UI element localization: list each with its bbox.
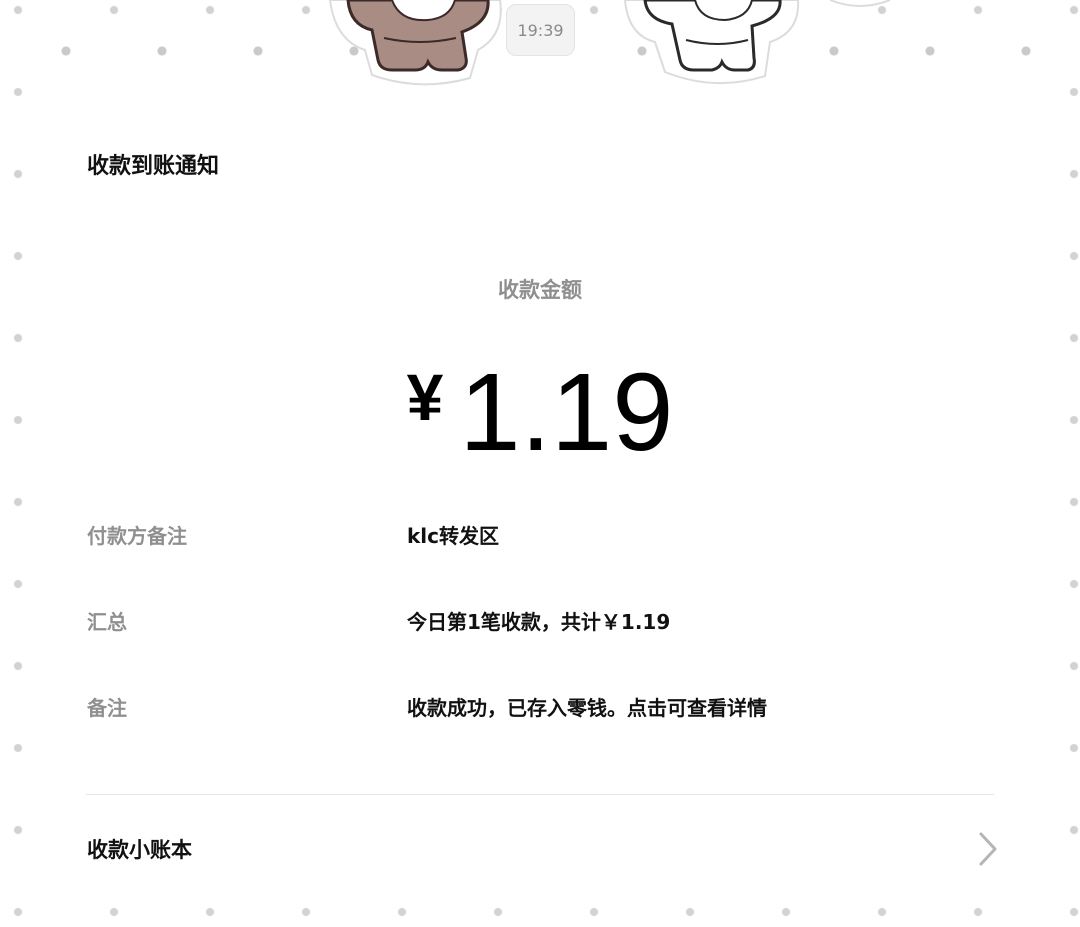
card-title: 收款到账通知 [87,154,220,179]
detail-key: 汇总 [87,609,127,634]
amount-label: 收款金额 [498,278,582,302]
cloud-decoration [829,0,891,7]
currency-symbol: ¥ [406,360,444,434]
detail-value: 收款成功，已存入零钱。点击可查看详情 [407,695,767,720]
detail-value: 今日第1笔收款，共计￥1.19 [407,609,671,634]
brown-bear-sticker [328,0,502,86]
message-timestamp: 19:39 [506,4,575,56]
ledger-label: 收款小账本 [87,838,192,862]
detail-key: 备注 [87,695,127,720]
detail-value: klc转发区 [407,523,500,548]
amount-display: ¥1.19 [43,358,1037,468]
ledger-link[interactable]: 收款小账本 [87,824,999,874]
detail-row-payer-note: 付款方备注 klc转发区 [87,518,993,550]
white-bear-sticker [623,0,800,85]
detail-row-remark: 备注 收款成功，已存入零钱。点击可查看详情 [87,690,993,722]
detail-row-summary: 汇总 今日第1笔收款，共计￥1.19 [87,604,993,636]
chevron-right-icon [979,832,997,866]
detail-key: 付款方备注 [87,523,187,548]
divider [86,794,994,795]
payment-notification-card[interactable]: 收款到账通知 收款金额 ¥1.19 付款方备注 klc转发区 汇总 今日第1笔收… [43,86,1037,903]
amount-value: 1.19 [459,351,674,474]
